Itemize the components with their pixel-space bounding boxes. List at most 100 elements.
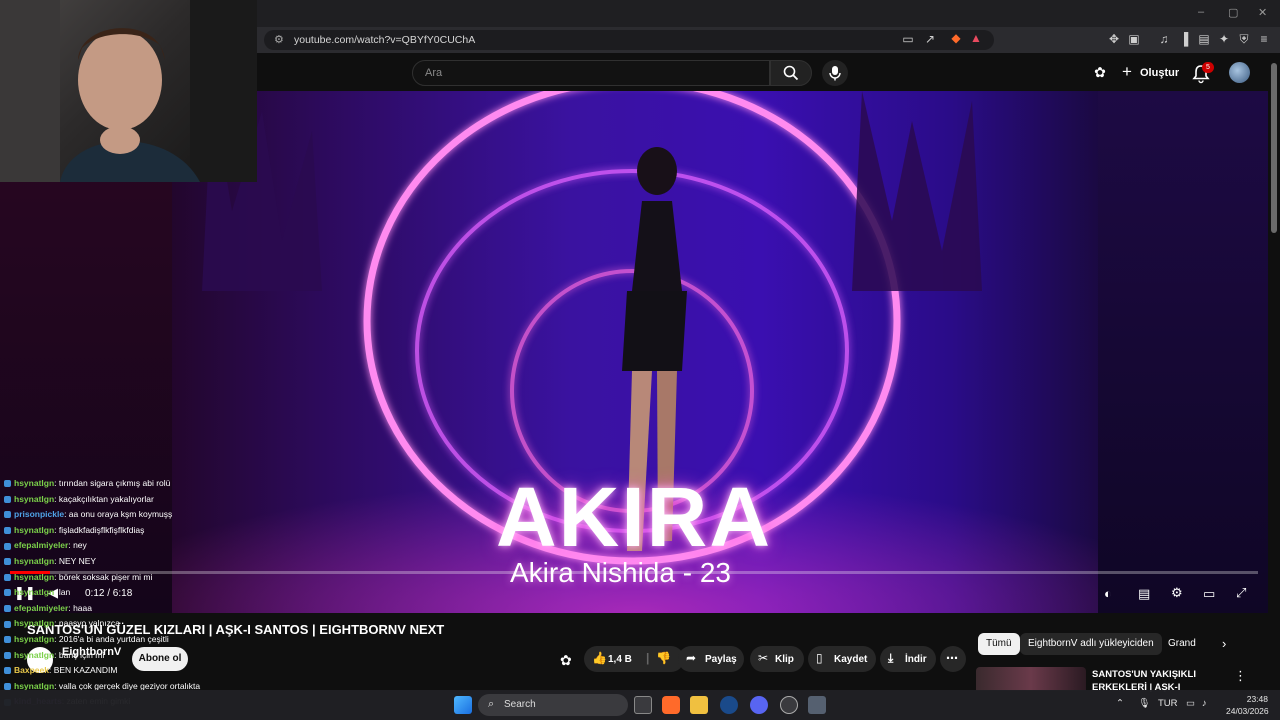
chat-username[interactable]: hsynatlgn — [14, 587, 54, 597]
recommendation-more-icon[interactable]: ⋮ — [1234, 668, 1247, 684]
chat-badge-icon — [4, 589, 11, 597]
account-avatar[interactable] — [1229, 62, 1250, 83]
chat-text: : 2016'a bi anda yurtdan çeşitli — [54, 634, 169, 644]
more-actions-button[interactable]: ⋯ — [940, 646, 966, 672]
clip-button[interactable]: ✂ Klip — [750, 646, 804, 672]
search-icon: ⌕ — [488, 698, 495, 710]
windows-taskbar: ⌕ Search ⌃ 🎙 TUR ▭ ♪ 23:48 24/03/2026 — [0, 690, 1280, 720]
autoplay-toggle-icon[interactable]: ◐ — [1104, 586, 1112, 601]
share-icon: ➦ — [686, 651, 697, 665]
maximize-button[interactable]: ▢ — [1228, 6, 1238, 19]
brave-rewards-icon[interactable]: ▲ — [968, 31, 984, 45]
search-placeholder: Ara — [425, 67, 443, 79]
url-field[interactable]: ⚙ youtube.com/watch?v=QBYfY0CUChA ▭ ↗ ◆ … — [264, 30, 994, 50]
network-icon[interactable]: ▭ — [1186, 698, 1195, 709]
like-count[interactable]: 1,4 B — [608, 654, 632, 665]
streamer-silhouette — [0, 0, 257, 182]
voice-search-button[interactable] — [822, 60, 848, 86]
theater-mode-icon[interactable]: ▭ — [1203, 586, 1215, 602]
like-dislike-group: 👍 1,4 B | 👎 — [584, 646, 684, 672]
page-scrollbar[interactable] — [1268, 53, 1280, 693]
sidebar-icon[interactable]: ▐ — [1176, 32, 1192, 46]
speaker-icon[interactable]: ♪ — [1202, 698, 1207, 709]
chat-username[interactable]: hsynatlgn — [14, 478, 54, 488]
chat-username[interactable]: hsynatlgn — [14, 494, 54, 504]
scrollbar-thumb[interactable] — [1271, 63, 1277, 233]
chat-username[interactable]: hsynatlgn — [14, 634, 54, 644]
search-button[interactable] — [770, 60, 812, 86]
chat-badge-icon — [4, 511, 11, 519]
clock-date: 24/03/2026 — [1226, 706, 1269, 716]
chat-text: : aa onu oraya kşm koymuşş — [64, 509, 173, 520]
create-label: Oluştur — [1140, 67, 1180, 79]
chat-username[interactable]: efepalmiyeler — [14, 540, 68, 550]
shorts-gear-icon[interactable]: ✿ — [1092, 64, 1108, 81]
chat-message: hsynatlgn: lan — [4, 587, 70, 599]
save-label: Kaydet — [834, 654, 868, 665]
minimize-button[interactable]: – — [1198, 6, 1204, 18]
chat-username[interactable]: hsynatlgn — [14, 572, 54, 582]
chat-username[interactable]: prisonpickle — [14, 509, 64, 519]
microphone-tray-icon[interactable]: 🎙 — [1138, 698, 1150, 709]
chat-badge-icon — [4, 495, 11, 503]
chip-all[interactable]: Tümü — [978, 633, 1020, 655]
screenshot-icon[interactable]: ▣ — [1126, 32, 1142, 46]
share-page-icon[interactable]: ↗ — [922, 32, 938, 46]
file-explorer-icon[interactable] — [690, 696, 708, 714]
close-window-button[interactable]: ✕ — [1258, 6, 1267, 19]
brave-shields-icon[interactable]: ◆ — [948, 31, 964, 45]
music-icon[interactable]: ♫ — [1156, 32, 1172, 46]
subtitles-icon[interactable]: ▤ — [1138, 586, 1150, 602]
chat-text: : naasyo yalnızca — [54, 618, 120, 629]
recommendation-title[interactable]: SANTOS'UN YAKIŞIKLI ERKEKLERİ | AŞK-I SA… — [1092, 668, 1222, 692]
chat-message: hsynatlgn: NEY NEY — [4, 556, 96, 568]
language-indicator[interactable]: TUR — [1158, 698, 1178, 709]
video-overlay-title: AKIRA — [496, 470, 772, 564]
settings-app-icon[interactable] — [808, 696, 826, 714]
share-button[interactable]: ➦ Paylaş — [678, 646, 744, 672]
chat-username[interactable]: Baxpeek — [14, 665, 49, 675]
ai-summary-icon[interactable]: ✿ — [560, 652, 572, 669]
chat-message: efepalmiyeler: ney — [4, 540, 87, 552]
recommendation-thumbnail[interactable] — [976, 667, 1086, 691]
tray-chevron-icon[interactable]: ⌃ — [1116, 698, 1124, 709]
chat-badge-icon — [4, 573, 11, 581]
obs-icon[interactable] — [780, 696, 798, 714]
chat-message: Baxpeek: BEN KAZANDIM — [4, 665, 117, 677]
brave-browser-icon[interactable] — [662, 696, 680, 714]
create-button[interactable]: + Oluştur — [1118, 60, 1180, 86]
like-icon[interactable]: 👍 — [592, 651, 607, 665]
settings-icon[interactable]: ⚙ — [1171, 585, 1183, 601]
search-input[interactable]: Ara — [412, 60, 770, 86]
site-settings-icon[interactable]: ⚙ — [274, 33, 284, 46]
discord-icon[interactable] — [750, 696, 768, 714]
vpn-icon[interactable]: ⛨ — [1236, 32, 1252, 47]
chat-username[interactable]: efepalmiyeler — [14, 603, 68, 613]
fullscreen-icon[interactable]: ⤢ — [1236, 585, 1246, 601]
chip-grand-theft[interactable]: Grand Th — [1160, 633, 1208, 655]
chat-text: : fişladkfadişflkfişflkfdiaş — [54, 524, 145, 535]
taskbar-clock[interactable]: 23:48 24/03/2026 — [1226, 693, 1269, 717]
extensions-icon[interactable]: ✥ — [1106, 32, 1122, 46]
chat-badge-icon — [4, 620, 11, 628]
chat-text: : barış için mi — [54, 649, 105, 660]
chip-from-uploader[interactable]: EightbornV adlı yükleyiciden — [1020, 633, 1162, 655]
microphone-icon — [829, 66, 841, 81]
save-button[interactable]: ▯ Kaydet — [808, 646, 876, 672]
menu-icon[interactable]: ≡ — [1256, 32, 1272, 46]
wallet-icon[interactable]: ▤ — [1196, 32, 1212, 46]
taskbar-search[interactable]: ⌕ Search — [478, 694, 628, 716]
chat-message: efepalmiyeler: haaa — [4, 603, 92, 615]
dislike-icon[interactable]: 👎 — [656, 651, 671, 665]
download-button[interactable]: ⤓ İndir — [880, 646, 936, 672]
chat-username[interactable]: hsynatlgn — [14, 618, 54, 628]
task-view-icon[interactable] — [634, 696, 652, 714]
chat-username[interactable]: hsynatlgn — [14, 650, 54, 660]
start-button[interactable] — [454, 696, 472, 714]
chat-username[interactable]: hsynatlgn — [14, 525, 54, 535]
steam-icon[interactable] — [720, 696, 738, 714]
leo-ai-icon[interactable]: ✦ — [1216, 32, 1232, 46]
install-app-icon[interactable]: ▭ — [900, 32, 916, 46]
chevron-right-icon[interactable]: › — [1222, 636, 1226, 651]
chat-username[interactable]: hsynatlgn — [14, 556, 54, 566]
